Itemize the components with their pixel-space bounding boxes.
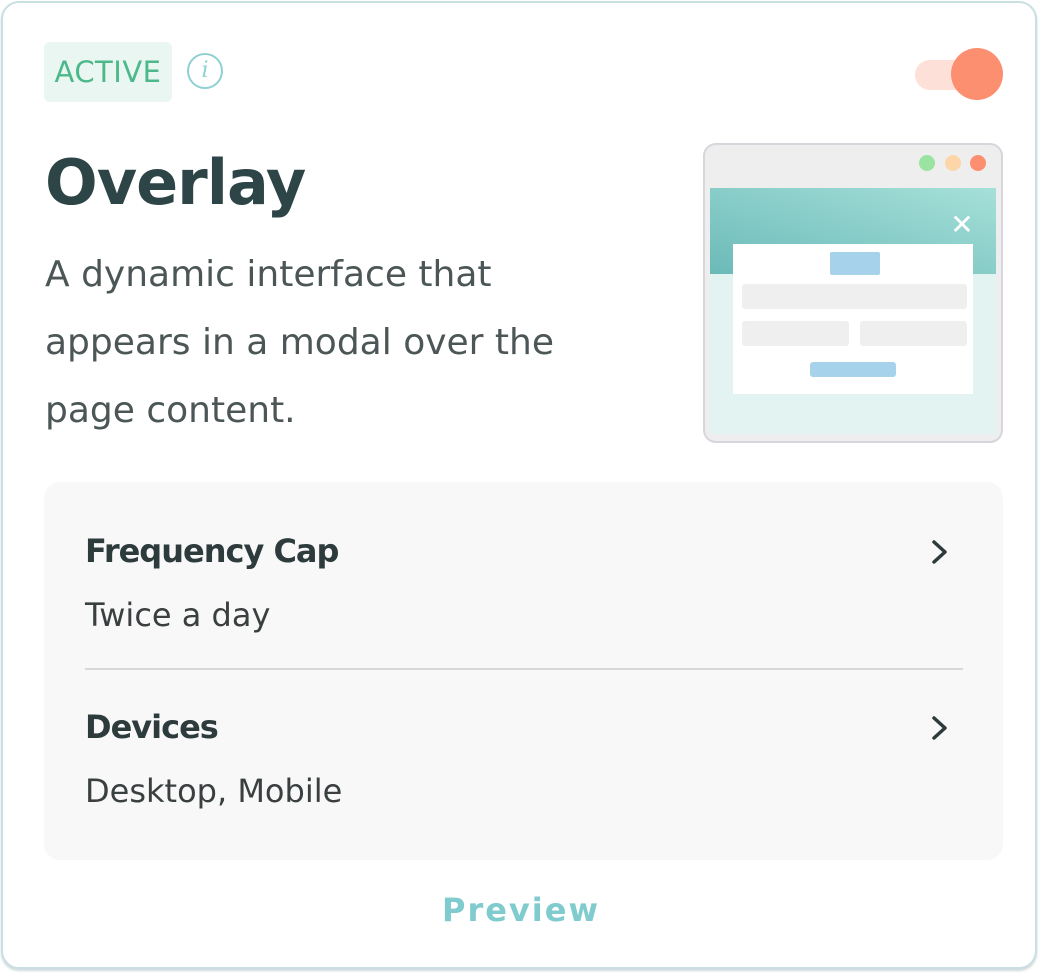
page-title: Overlay [45,146,306,219]
window-dot-green-icon [919,155,935,171]
info-icon[interactable]: i [187,53,223,89]
setting-value: Desktop, Mobile [85,772,343,810]
close-icon: ✕ [950,208,973,241]
modal-logo-placeholder [830,252,880,275]
setting-label: Frequency Cap [85,532,339,570]
setting-row-frequency-cap[interactable]: Frequency Cap Twice a day [44,482,1003,668]
modal-field-placeholder [742,284,967,309]
status-badge: ACTIVE [44,42,172,102]
modal-field-right-placeholder [860,321,967,346]
window-dot-red-icon [970,155,986,171]
setting-label: Devices [85,708,219,746]
card-description: A dynamic interface that appears in a mo… [45,254,554,431]
setting-row-devices[interactable]: Devices Desktop, Mobile [44,670,1003,860]
modal-field-left-placeholder [742,321,849,346]
setting-value: Twice a day [85,596,271,634]
window-dot-yellow-icon [945,155,961,171]
modal-button-placeholder [810,362,896,377]
toggle-knob [951,48,1003,100]
preview-link[interactable]: Preview [3,891,1039,929]
settings-panel: Frequency Cap Twice a day Devices Deskto… [44,482,1003,860]
chevron-right-icon [932,716,947,740]
overlay-illustration: ✕ [703,143,1003,443]
active-toggle[interactable] [913,47,1005,100]
chevron-right-icon [932,540,947,564]
overlay-card: ACTIVE i Overlay A dynamic interface tha… [1,1,1037,969]
